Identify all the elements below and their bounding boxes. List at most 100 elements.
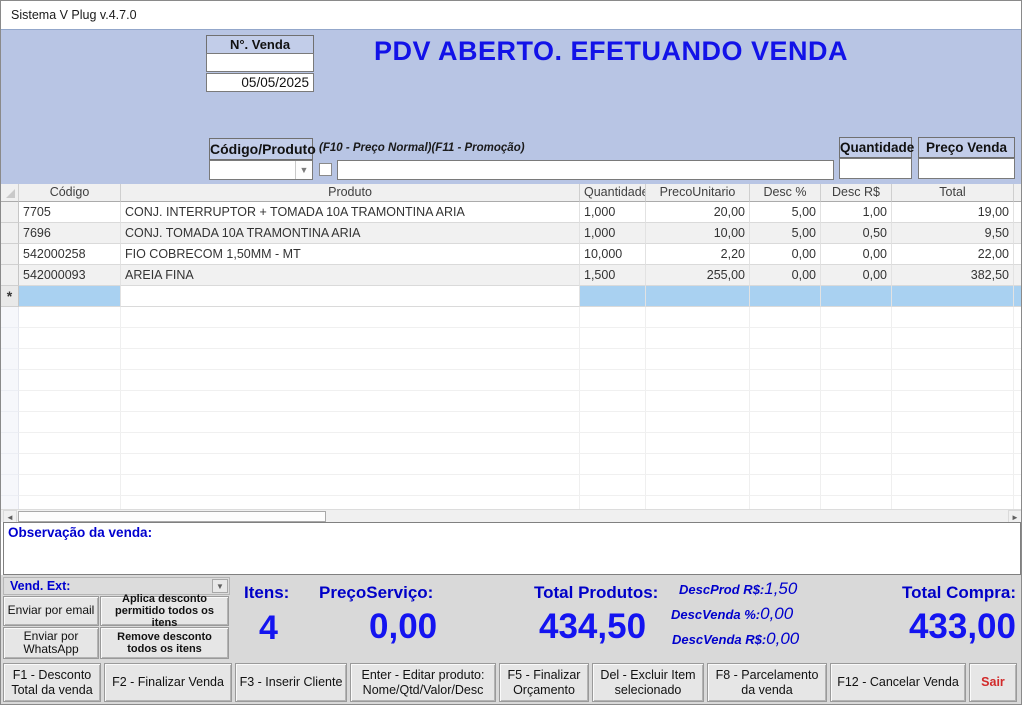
table-cell[interactable]: 0,00 <box>750 265 821 286</box>
f1-desconto-button[interactable]: F1 - Desconto Total da venda <box>3 663 101 702</box>
new-row-cell[interactable] <box>750 286 821 307</box>
new-row-produto-cell[interactable] <box>121 286 580 307</box>
table-cell[interactable]: 20,00 <box>646 202 750 223</box>
new-item-row[interactable]: * <box>1 286 1022 307</box>
empty-cell <box>580 349 646 370</box>
table-cell[interactable]: 0,00 <box>750 244 821 265</box>
table-cell[interactable]: 5,00 <box>750 223 821 244</box>
table-cell[interactable]: 382,50 <box>892 265 1014 286</box>
f12-cancelar-venda-button[interactable]: F12 - Cancelar Venda <box>830 663 966 702</box>
table-cell[interactable]: CONJ. INTERRUPTOR + TOMADA 10A TRAMONTIN… <box>121 202 580 223</box>
preco-venda-input[interactable] <box>918 158 1015 179</box>
table-cell-trailing <box>1014 265 1022 286</box>
new-row-cell[interactable] <box>821 286 892 307</box>
table-cell[interactable]: 1,000 <box>580 202 646 223</box>
items-table: CódigoProdutoQuantidadePrecoUnitarioDesc… <box>1 184 1022 509</box>
empty-cell <box>750 454 821 475</box>
empty-cell <box>892 433 1014 454</box>
empty-cell <box>121 307 580 328</box>
table-cell[interactable]: FIO COBRECOM 1,50MM - MT <box>121 244 580 265</box>
preco-servico-value: 0,00 <box>369 607 437 647</box>
table-cell[interactable]: CONJ. TOMADA 10A TRAMONTINA ARIA <box>121 223 580 244</box>
table-row[interactable]: 7705CONJ. INTERRUPTOR + TOMADA 10A TRAMO… <box>1 202 1022 223</box>
f5-finalizar-orcamento-button[interactable]: F5 - Finalizar Orçamento <box>499 663 589 702</box>
table-row[interactable]: 542000093AREIA FINA1,500255,000,000,0038… <box>1 265 1022 286</box>
table-cell[interactable]: 1,00 <box>821 202 892 223</box>
f3-inserir-cliente-button[interactable]: F3 - Inserir Cliente <box>235 663 347 702</box>
table-cell[interactable]: 0,00 <box>821 265 892 286</box>
column-header-produto[interactable]: Produto <box>121 184 580 202</box>
new-row-cell[interactable] <box>646 286 750 307</box>
column-header-total[interactable]: Total <box>892 184 1014 202</box>
observacao-textarea[interactable]: Observação da venda: <box>3 522 1021 575</box>
table-cell[interactable]: 1,000 <box>580 223 646 244</box>
empty-cell <box>750 475 821 496</box>
table-cell-trailing <box>1014 202 1022 223</box>
row-header-cell[interactable] <box>1 244 19 265</box>
chevron-down-icon[interactable]: ▼ <box>212 579 228 593</box>
promo-checkbox[interactable] <box>319 163 332 176</box>
column-header-quantidade[interactable]: Quantidade <box>580 184 646 202</box>
table-cell[interactable]: 7696 <box>19 223 121 244</box>
table-cell[interactable]: 0,50 <box>821 223 892 244</box>
table-cell[interactable]: 1,500 <box>580 265 646 286</box>
column-header-desc-r-[interactable]: Desc R$ <box>821 184 892 202</box>
table-cell[interactable]: 9,50 <box>892 223 1014 244</box>
table-cell[interactable]: 10,00 <box>646 223 750 244</box>
table-cell[interactable]: 5,00 <box>750 202 821 223</box>
row-header-cell[interactable] <box>1 265 19 286</box>
table-cell[interactable]: 22,00 <box>892 244 1014 265</box>
horizontal-scrollbar[interactable]: ◄ ► <box>1 509 1022 522</box>
remove-desconto-button[interactable]: Remove desconto todos os itens <box>100 627 229 659</box>
codigo-combobox[interactable]: ▼ <box>209 160 313 180</box>
empty-cell <box>19 454 121 475</box>
empty-cell <box>580 412 646 433</box>
empty-cell <box>19 307 121 328</box>
table-cell[interactable]: 542000258 <box>19 244 121 265</box>
aplica-desconto-button[interactable]: Aplica desconto permitido todos os itens <box>100 596 229 626</box>
empty-cell <box>821 349 892 370</box>
scrollbar-thumb[interactable] <box>18 511 326 522</box>
new-row-cell[interactable] <box>19 286 121 307</box>
new-row-cell[interactable] <box>580 286 646 307</box>
sair-button[interactable]: Sair <box>969 663 1017 702</box>
table-cell[interactable]: 2,20 <box>646 244 750 265</box>
empty-cell <box>121 328 580 349</box>
venda-number-input[interactable] <box>206 53 314 72</box>
empty-cell <box>19 496 121 509</box>
empty-grid-row <box>1 412 1022 433</box>
quantidade-input[interactable] <box>839 158 912 179</box>
empty-cell <box>580 496 646 509</box>
table-row[interactable]: 7696CONJ. TOMADA 10A TRAMONTINA ARIA1,00… <box>1 223 1022 244</box>
enviar-email-button[interactable]: Enviar por email <box>3 596 99 626</box>
new-row-cell[interactable] <box>1014 286 1022 307</box>
table-cell[interactable]: AREIA FINA <box>121 265 580 286</box>
enviar-whatsapp-button[interactable]: Enviar por WhatsApp <box>3 627 99 659</box>
empty-cell <box>646 349 750 370</box>
column-header-precounitario[interactable]: PrecoUnitario <box>646 184 750 202</box>
del-excluir-item-button[interactable]: Del - Excluir Item selecionado <box>592 663 704 702</box>
row-header-cell[interactable] <box>1 223 19 244</box>
total-compra-label: Total Compra: <box>856 583 1016 603</box>
vend-ext-label: Vend. Ext: <box>10 579 70 593</box>
new-row-cell[interactable] <box>892 286 1014 307</box>
product-search-input[interactable] <box>337 160 834 180</box>
table-cell[interactable]: 7705 <box>19 202 121 223</box>
empty-cell <box>821 496 892 509</box>
f8-parcelamento-button[interactable]: F8 - Parcelamento da venda <box>707 663 827 702</box>
table-cell[interactable]: 0,00 <box>821 244 892 265</box>
table-row[interactable]: 542000258FIO COBRECOM 1,50MM - MT10,0002… <box>1 244 1022 265</box>
column-header-desc-[interactable]: Desc % <box>750 184 821 202</box>
chevron-down-icon[interactable]: ▼ <box>295 161 312 179</box>
column-header-c-digo[interactable]: Código <box>19 184 121 202</box>
sale-date-field[interactable]: 05/05/2025 <box>206 73 314 92</box>
f2-finalizar-venda-button[interactable]: F2 - Finalizar Venda <box>104 663 232 702</box>
table-cell[interactable]: 10,000 <box>580 244 646 265</box>
empty-grid-row <box>1 454 1022 475</box>
row-header-cell[interactable] <box>1 202 19 223</box>
select-all-corner[interactable] <box>1 184 19 202</box>
table-cell[interactable]: 19,00 <box>892 202 1014 223</box>
table-cell[interactable]: 255,00 <box>646 265 750 286</box>
enter-editar-produto-button[interactable]: Enter - Editar produto: Nome/Qtd/Valor/D… <box>350 663 496 702</box>
table-cell[interactable]: 542000093 <box>19 265 121 286</box>
